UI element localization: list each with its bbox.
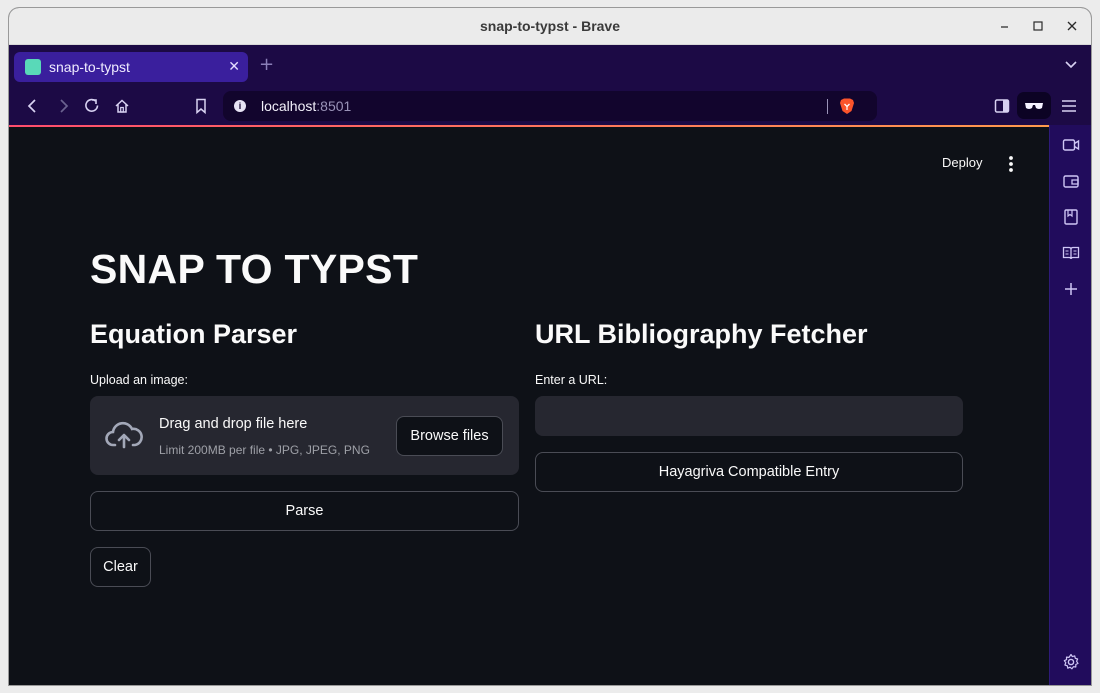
browse-files-button[interactable]: Browse files	[396, 416, 503, 456]
dropzone-limit-text: Limit 200MB per file • JPG, JPEG, PNG	[159, 443, 370, 457]
reading-list-icon[interactable]	[1061, 243, 1081, 263]
equation-parser-heading: Equation Parser	[90, 319, 298, 349]
address-bar[interactable]: i localhost:8501	[223, 91, 877, 121]
bookmark-icon[interactable]	[191, 96, 211, 116]
tab-snap-to-typst[interactable]: snap-to-typst ✕	[14, 52, 248, 82]
parse-button[interactable]: Parse	[90, 491, 519, 531]
reload-icon[interactable]	[82, 96, 102, 116]
sidebar-settings-gear-icon[interactable]	[1061, 652, 1081, 672]
window-title: snap-to-typst - Brave	[479, 18, 621, 34]
close-window-icon[interactable]	[1062, 16, 1082, 36]
browser-window: snap-to-typst - Brave snap-to-typst ✕ +	[9, 8, 1091, 685]
address-divider	[827, 99, 828, 114]
sidebar-toggle-icon[interactable]	[992, 96, 1012, 116]
minimize-icon[interactable]	[995, 16, 1015, 36]
forward-icon[interactable]	[53, 96, 73, 116]
private-window-badge[interactable]	[1017, 92, 1051, 119]
talk-video-icon[interactable]	[1061, 135, 1081, 155]
wallet-icon[interactable]	[1061, 171, 1081, 191]
page-title: SNAP TO TYPST	[90, 246, 419, 292]
url-port: :8501	[316, 98, 352, 114]
tab-close-icon[interactable]: ✕	[228, 52, 240, 82]
deploy-button[interactable]: Deploy	[942, 155, 982, 170]
maximize-icon[interactable]	[1028, 16, 1048, 36]
menu-icon[interactable]	[1059, 96, 1079, 116]
bookmarks-panel-icon[interactable]	[1061, 207, 1081, 227]
tab-strip: snap-to-typst ✕ +	[9, 45, 1091, 87]
tab-title: snap-to-typst	[49, 59, 130, 75]
url-input-label: Enter a URL:	[535, 373, 608, 387]
url-input[interactable]	[535, 396, 963, 436]
incognito-glasses-icon	[1024, 98, 1044, 117]
cloud-upload-icon	[105, 420, 143, 450]
new-tab-icon[interactable]: +	[259, 54, 274, 76]
streamlit-app: Deploy SNAP TO TYPST Equation Parser Upl…	[9, 127, 1049, 685]
url-bibliography-heading: URL Bibliography Fetcher	[535, 319, 868, 349]
back-icon[interactable]	[23, 96, 43, 116]
home-icon[interactable]	[112, 96, 132, 116]
brave-shields-icon[interactable]	[838, 97, 856, 115]
clear-button[interactable]: Clear	[90, 547, 151, 587]
url-host: localhost	[261, 98, 317, 114]
tab-list-chevron-icon[interactable]	[1063, 57, 1079, 73]
upload-label: Upload an image:	[90, 373, 188, 387]
site-info-icon[interactable]: i	[234, 100, 246, 112]
brave-sidebar	[1049, 125, 1091, 685]
main-menu-kebab-icon[interactable]	[1006, 155, 1016, 173]
url-text[interactable]: localhost:8501	[261, 91, 351, 121]
hayagriva-entry-button[interactable]: Hayagriva Compatible Entry	[535, 452, 963, 492]
file-dropzone[interactable]: Drag and drop file here Limit 200MB per …	[90, 396, 519, 475]
typst-favicon-icon	[25, 59, 41, 75]
dropzone-instructions: Drag and drop file here	[159, 416, 308, 432]
title-bar: snap-to-typst - Brave	[9, 8, 1091, 45]
navigation-toolbar: i localhost:8501	[9, 87, 1091, 125]
add-sidebar-item-icon[interactable]	[1061, 279, 1081, 299]
